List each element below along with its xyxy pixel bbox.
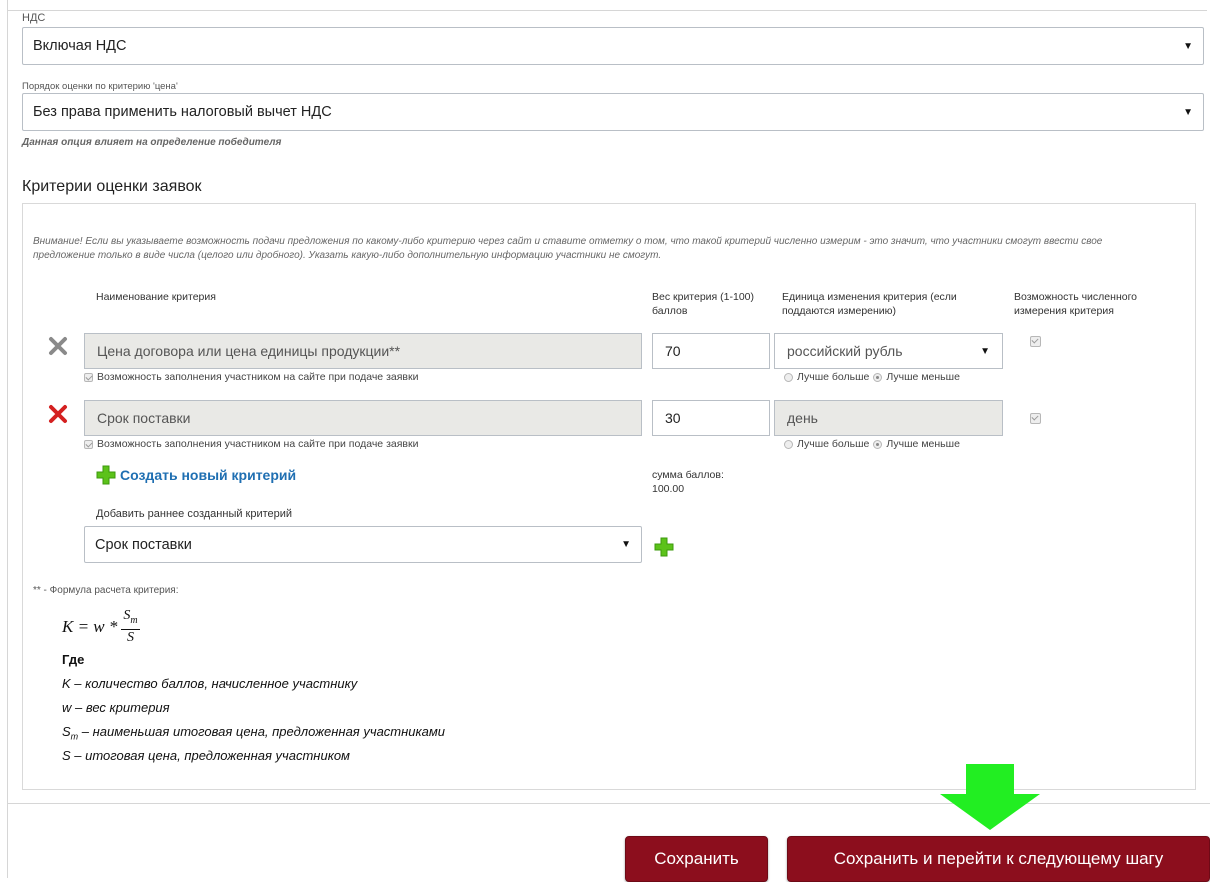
participant-fill-label: Возможность заполнения участником на сай… xyxy=(97,438,419,450)
better-options: Лучше больше Лучше меньше xyxy=(784,438,960,450)
formula-line-w: w – вес критерия xyxy=(62,700,170,715)
add-existing-label: Добавить раннее созданный критерий xyxy=(96,508,293,520)
chevron-down-icon: ▼ xyxy=(980,345,990,357)
better-less-label: Лучше меньше xyxy=(886,371,960,383)
better-less-radio[interactable] xyxy=(873,372,883,382)
price-order-label: Порядок оценки по критерию 'цена' xyxy=(22,81,178,92)
formula-where: Где xyxy=(62,652,85,667)
vat-select-value: Включая НДС xyxy=(33,38,127,54)
formula-sm-sub: m xyxy=(70,731,79,742)
criterion-unit-select[interactable]: российский рубль ▼ xyxy=(774,333,1003,369)
formula-fraction: Sm S xyxy=(121,608,140,646)
price-order-select-value: Без права применить налоговый вычет НДС xyxy=(33,104,332,120)
create-criterion-label: Создать новый критерий xyxy=(120,467,297,483)
save-and-next-button[interactable]: Сохранить и перейти к следующему шагу xyxy=(787,836,1210,882)
header-weight: Вес критерия (1-100) баллов xyxy=(652,291,754,317)
better-more-label: Лучше больше xyxy=(797,371,870,383)
chevron-down-icon: ▼ xyxy=(1183,40,1193,52)
formula-sm-s: S xyxy=(62,724,71,739)
criteria-title: Критерии оценки заявок xyxy=(22,178,202,195)
add-existing-value: Срок поставки xyxy=(95,536,192,553)
vat-label: НДС xyxy=(22,12,46,24)
save-button[interactable]: Сохранить xyxy=(625,836,768,882)
criterion-name-field[interactable]: Срок поставки xyxy=(84,400,642,436)
criterion-weight-input[interactable]: 70 xyxy=(652,333,770,369)
participant-fill-option[interactable]: Возможность заполнения участником на сай… xyxy=(84,438,418,450)
close-icon xyxy=(49,337,67,355)
delete-criterion-button[interactable] xyxy=(48,336,68,361)
arrow-down-icon xyxy=(940,764,1040,835)
formula-numerator: Sm xyxy=(121,608,140,630)
criteria-warning: Внимание! Если вы указываете возможность… xyxy=(33,236,1103,261)
vat-select[interactable]: Включая НДС ▼ xyxy=(22,27,1204,65)
add-existing-button[interactable] xyxy=(654,537,674,562)
sum-label: сумма баллов: xyxy=(652,469,724,481)
price-order-select[interactable]: Без права применить налоговый вычет НДС … xyxy=(22,93,1204,131)
chevron-down-icon: ▼ xyxy=(621,539,631,550)
formula-lhs: K = w * xyxy=(62,616,118,636)
formula-line-s: S – итоговая цена, предложенная участник… xyxy=(62,748,350,763)
better-more-radio[interactable] xyxy=(784,372,793,382)
sum-value: 100.00 xyxy=(652,483,685,495)
numeric-checkbox[interactable] xyxy=(1030,413,1041,424)
criterion-weight-input[interactable]: 30 xyxy=(652,400,770,436)
create-criterion-link[interactable]: Создать новый критерий xyxy=(96,465,296,485)
participant-fill-checkbox[interactable] xyxy=(84,439,93,449)
header-unit: Единица изменения критерия (если поддают… xyxy=(782,291,957,317)
formula-line-k: K – количество баллов, начисленное участ… xyxy=(62,676,358,691)
formula-title: ** - Формула расчета критерия: xyxy=(33,585,179,596)
frame-left-border xyxy=(7,0,8,878)
header-name: Наименование критерия xyxy=(96,291,216,303)
plus-icon xyxy=(96,465,116,485)
better-less-label: Лучше меньше xyxy=(886,438,960,450)
participant-fill-checkbox[interactable] xyxy=(84,372,93,382)
criterion-unit-value: российский рубль xyxy=(787,343,903,359)
criterion-name-field[interactable]: Цена договора или цена единицы продукции… xyxy=(84,333,642,369)
price-order-hint: Данная опция влияет на определение побед… xyxy=(22,137,282,148)
better-less-radio[interactable] xyxy=(873,439,883,449)
criterion-unit-field[interactable]: день xyxy=(774,400,1003,436)
close-icon xyxy=(49,405,67,423)
participant-fill-option[interactable]: Возможность заполнения участником на сай… xyxy=(84,371,418,383)
formula-expression: K = w * Sm S xyxy=(62,608,140,646)
better-more-label: Лучше больше xyxy=(797,438,870,450)
plus-icon xyxy=(654,537,674,557)
delete-criterion-button[interactable] xyxy=(48,404,68,429)
better-options: Лучше больше Лучше меньше xyxy=(784,371,960,383)
formula-sm-text: – наименьшая итоговая цена, предложенная… xyxy=(81,724,446,739)
formula-denominator: S xyxy=(127,629,135,645)
add-existing-select[interactable]: Срок поставки ▼ xyxy=(84,526,642,563)
better-more-radio[interactable] xyxy=(784,439,793,449)
header-numeric: Возможность численного измерения критери… xyxy=(1014,291,1138,317)
chevron-down-icon: ▼ xyxy=(1183,106,1193,118)
formula-numerator-sub: m xyxy=(130,614,138,626)
numeric-checkbox[interactable] xyxy=(1030,336,1041,347)
participant-fill-label: Возможность заполнения участником на сай… xyxy=(97,371,419,383)
frame-top-border xyxy=(7,10,1207,11)
